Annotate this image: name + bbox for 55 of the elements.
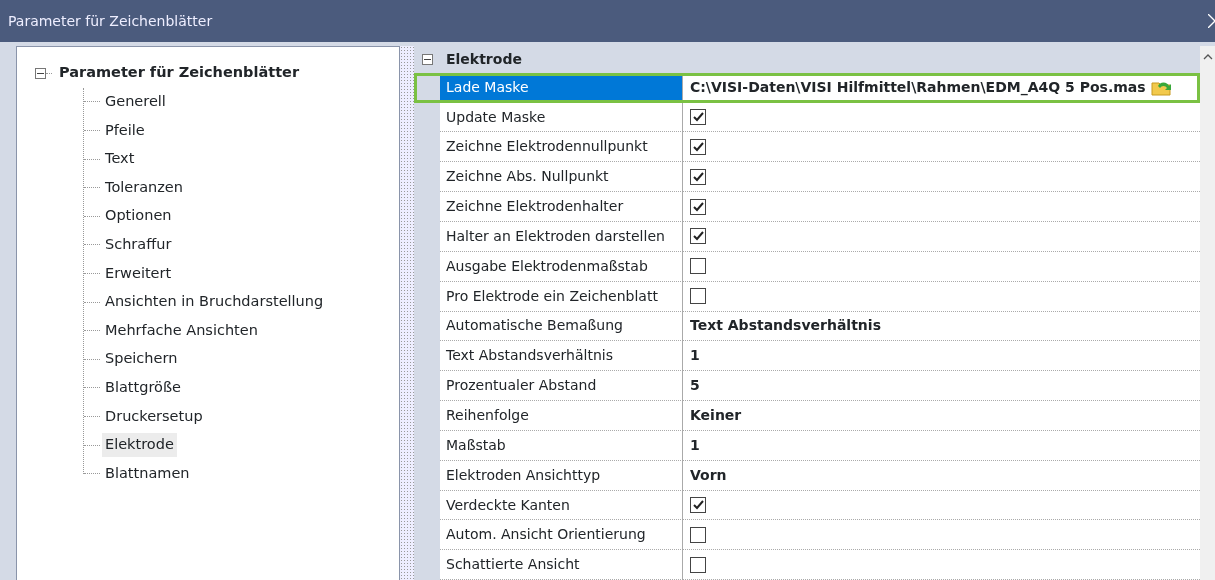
property-value: Vorn	[690, 465, 727, 485]
category-label: Elektrode	[445, 49, 522, 69]
close-icon[interactable]	[1208, 14, 1215, 28]
property-label[interactable]: Verdeckte Kanten	[440, 490, 683, 521]
checkbox[interactable]	[690, 109, 706, 126]
property-value: Text Abstandsverhältnis	[690, 316, 881, 336]
property-label[interactable]: Zeichne Elektrodenhalter	[440, 192, 683, 222]
tree-item[interactable]: Pfeile	[102, 118, 148, 143]
scroll-up-icon[interactable]	[1202, 54, 1213, 60]
tree-item[interactable]: Blattnamen	[102, 461, 193, 486]
checkbox[interactable]	[690, 228, 706, 245]
property-value: 5	[690, 376, 700, 396]
tree-item[interactable]: Schraffur	[102, 233, 175, 257]
tree-item[interactable]: Toleranzen	[102, 175, 186, 200]
property-label[interactable]: Prozentualer Abstand	[440, 371, 683, 402]
property-label[interactable]: Zeichne Abs. Nullpunkt	[440, 162, 683, 193]
tree-item[interactable]: Druckersetup	[102, 404, 206, 429]
property-label[interactable]: Ausgabe Elektrodenmaßstab	[440, 251, 683, 282]
tree-item[interactable]: Optionen	[102, 204, 175, 229]
checkbox[interactable]	[690, 526, 706, 543]
checkbox[interactable]	[690, 168, 706, 185]
property-label[interactable]: Elektroden Ansichttyp	[440, 460, 683, 491]
scrollbar[interactable]	[1200, 46, 1215, 580]
collapse-icon[interactable]	[35, 67, 46, 79]
property-label[interactable]: Reihenfolge	[440, 401, 683, 431]
tree-item[interactable]: Erweitert	[102, 261, 175, 286]
property-label[interactable]: Halter an Elektroden darstellen	[440, 222, 683, 252]
tree-item[interactable]: Generell	[102, 90, 169, 114]
property-label[interactable]: Automatische Bemaßung	[440, 311, 683, 342]
property-value: 1	[690, 346, 700, 366]
tree-item[interactable]: Mehrfache Ansichten	[102, 318, 261, 343]
property-label[interactable]: Pro Elektrode ein Zeichenblatt	[440, 281, 683, 312]
property-label[interactable]: Update Maske	[440, 102, 683, 133]
property-label[interactable]: Schattierte Ansicht	[440, 550, 683, 580]
property-label[interactable]: Autom. Ansicht Orientierung	[440, 520, 683, 551]
tree-item[interactable]: Blattgröße	[102, 375, 184, 400]
property-label[interactable]: Maßstab	[440, 430, 683, 461]
checkbox[interactable]	[690, 556, 706, 573]
checkbox[interactable]	[690, 288, 706, 305]
property-value: 1	[690, 435, 700, 455]
tree-item[interactable]: Ansichten in Bruchdarstellung	[102, 290, 327, 314]
collapse-icon[interactable]	[421, 53, 433, 65]
tree-item[interactable]: Speichern	[102, 347, 181, 372]
tree-item[interactable]: Elektrode	[102, 433, 177, 457]
checkbox[interactable]	[690, 138, 706, 155]
property-value: Keiner	[690, 405, 742, 425]
window-title: Parameter für Zeichenblätter	[8, 11, 213, 31]
checkbox[interactable]	[690, 258, 706, 275]
tree-node[interactable]: Parameter für Zeichenblätter	[56, 61, 303, 86]
property-label[interactable]: Zeichne Elektrodennullpunkt	[440, 132, 683, 163]
property-value: C:\VISI-Daten\VISI Hilfmittel\Rahmen\EDM_A4Q 5 Pos.mas	[690, 77, 1146, 98]
checkbox[interactable]	[690, 198, 706, 215]
tree-item[interactable]: Text	[102, 147, 138, 171]
checkbox[interactable]	[690, 497, 706, 513]
property-label[interactable]: Text Abstandsverhältnis	[440, 341, 683, 372]
